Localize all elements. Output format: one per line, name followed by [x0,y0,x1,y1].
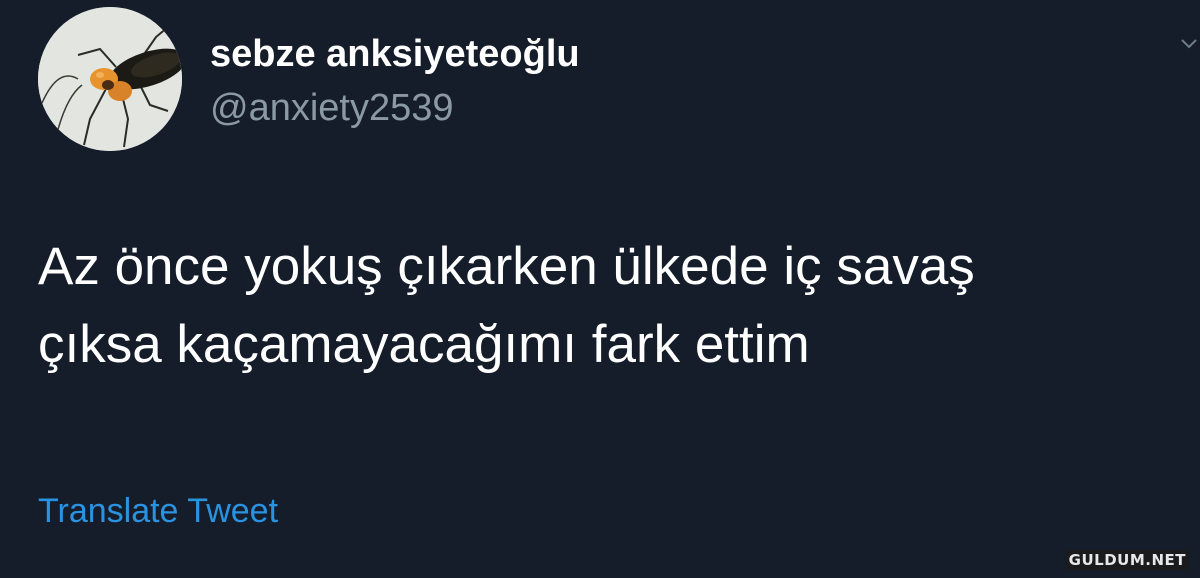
translate-tweet-link[interactable]: Translate Tweet [38,490,278,532]
chevron-down-icon[interactable] [1178,32,1200,54]
author-handle[interactable]: @anxiety2539 [210,86,454,130]
avatar[interactable] [38,7,182,151]
tweet-card: sebze anksiyeteoğlu @anxiety2539 Az önce… [0,0,1200,578]
watermark-logo: GULDUM.NET [1064,550,1190,570]
cockroach-avatar-icon [38,7,182,151]
tweet-text-line: Az önce yokuş çıkarken ülkede iç savaş [38,237,975,296]
tweet-text-line: çıksa kaçamayacağımı fark ettim [38,315,810,374]
author-display-name[interactable]: sebze anksiyeteoğlu [210,32,580,76]
tweet-text: Az önce yokuş çıkarken ülkede iç savaş ç… [38,228,1188,384]
